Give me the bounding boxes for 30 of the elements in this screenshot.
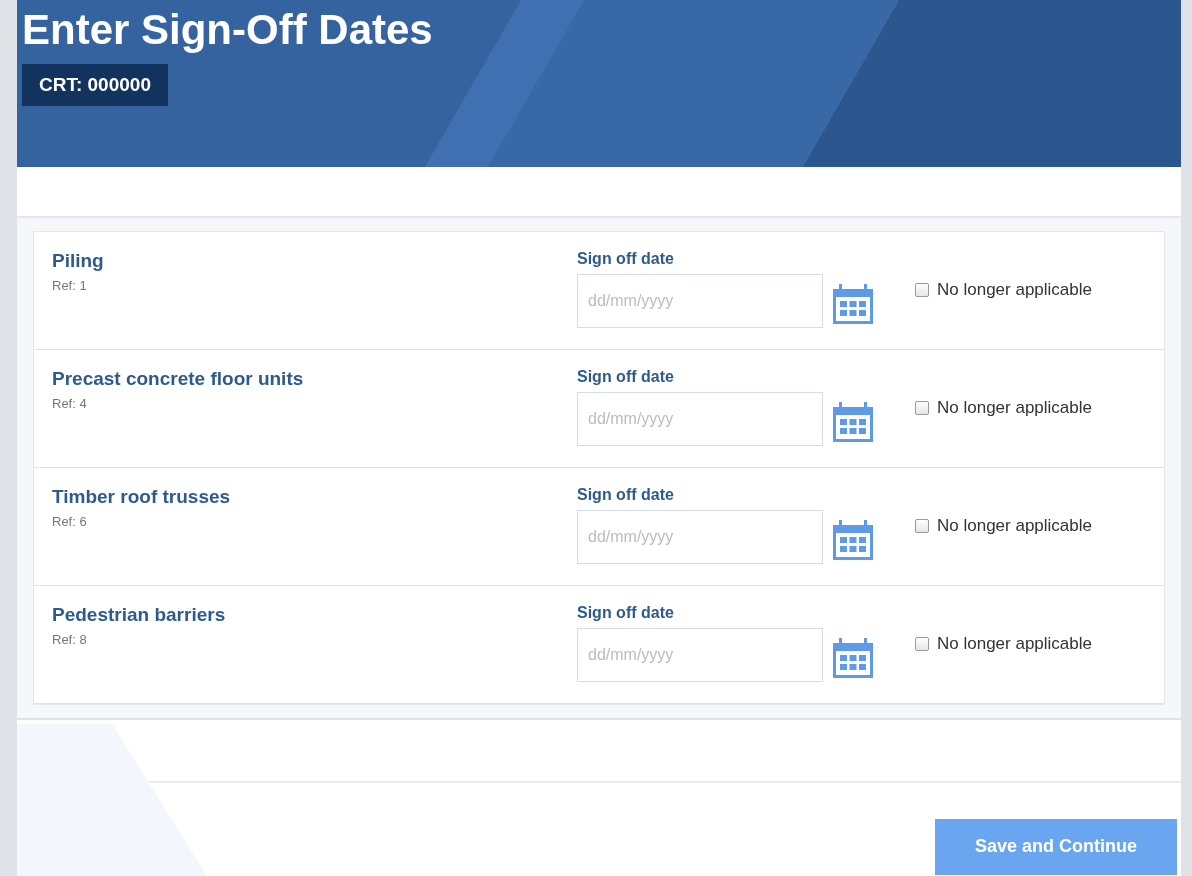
date-field[interactable]: dd/mm/yyyy [577, 510, 823, 564]
field-label: Sign off date [577, 604, 674, 622]
checkbox-label[interactable]: No longer applicable [937, 634, 1092, 654]
item-reference: Ref: 4 [52, 396, 87, 411]
calendar-icon[interactable] [833, 284, 873, 324]
field-label: Sign off date [577, 368, 674, 386]
item-reference: Ref: 1 [52, 278, 87, 293]
date-field[interactable]: dd/mm/yyyy [577, 628, 823, 682]
date-field[interactable]: dd/mm/yyyy [577, 392, 823, 446]
checkbox[interactable] [915, 637, 929, 651]
item-name: Precast concrete floor units [52, 368, 304, 390]
checkbox-label[interactable]: No longer applicable [937, 398, 1092, 418]
date-field[interactable]: dd/mm/yyyy [577, 274, 823, 328]
item-name: Pedestrian barriers [52, 604, 226, 626]
checkbox[interactable] [915, 283, 929, 297]
checkbox[interactable] [915, 519, 929, 533]
checkbox-label[interactable]: No longer applicable [937, 516, 1092, 536]
item-reference: Ref: 6 [52, 514, 87, 529]
checkbox-label[interactable]: No longer applicable [937, 280, 1092, 300]
calendar-icon[interactable] [833, 638, 873, 678]
field-label: Sign off date [577, 250, 674, 268]
page-title: Enter Sign-Off Dates [22, 6, 433, 54]
checkbox[interactable] [915, 401, 929, 415]
certificate-badge: CRT: 000000 [22, 64, 168, 106]
calendar-icon[interactable] [833, 402, 873, 442]
item-reference: Ref: 8 [52, 632, 87, 647]
field-label: Sign off date [577, 486, 674, 504]
item-name: Timber roof trusses [52, 486, 231, 508]
item-name: Piling [52, 250, 104, 272]
calendar-icon[interactable] [833, 520, 873, 560]
